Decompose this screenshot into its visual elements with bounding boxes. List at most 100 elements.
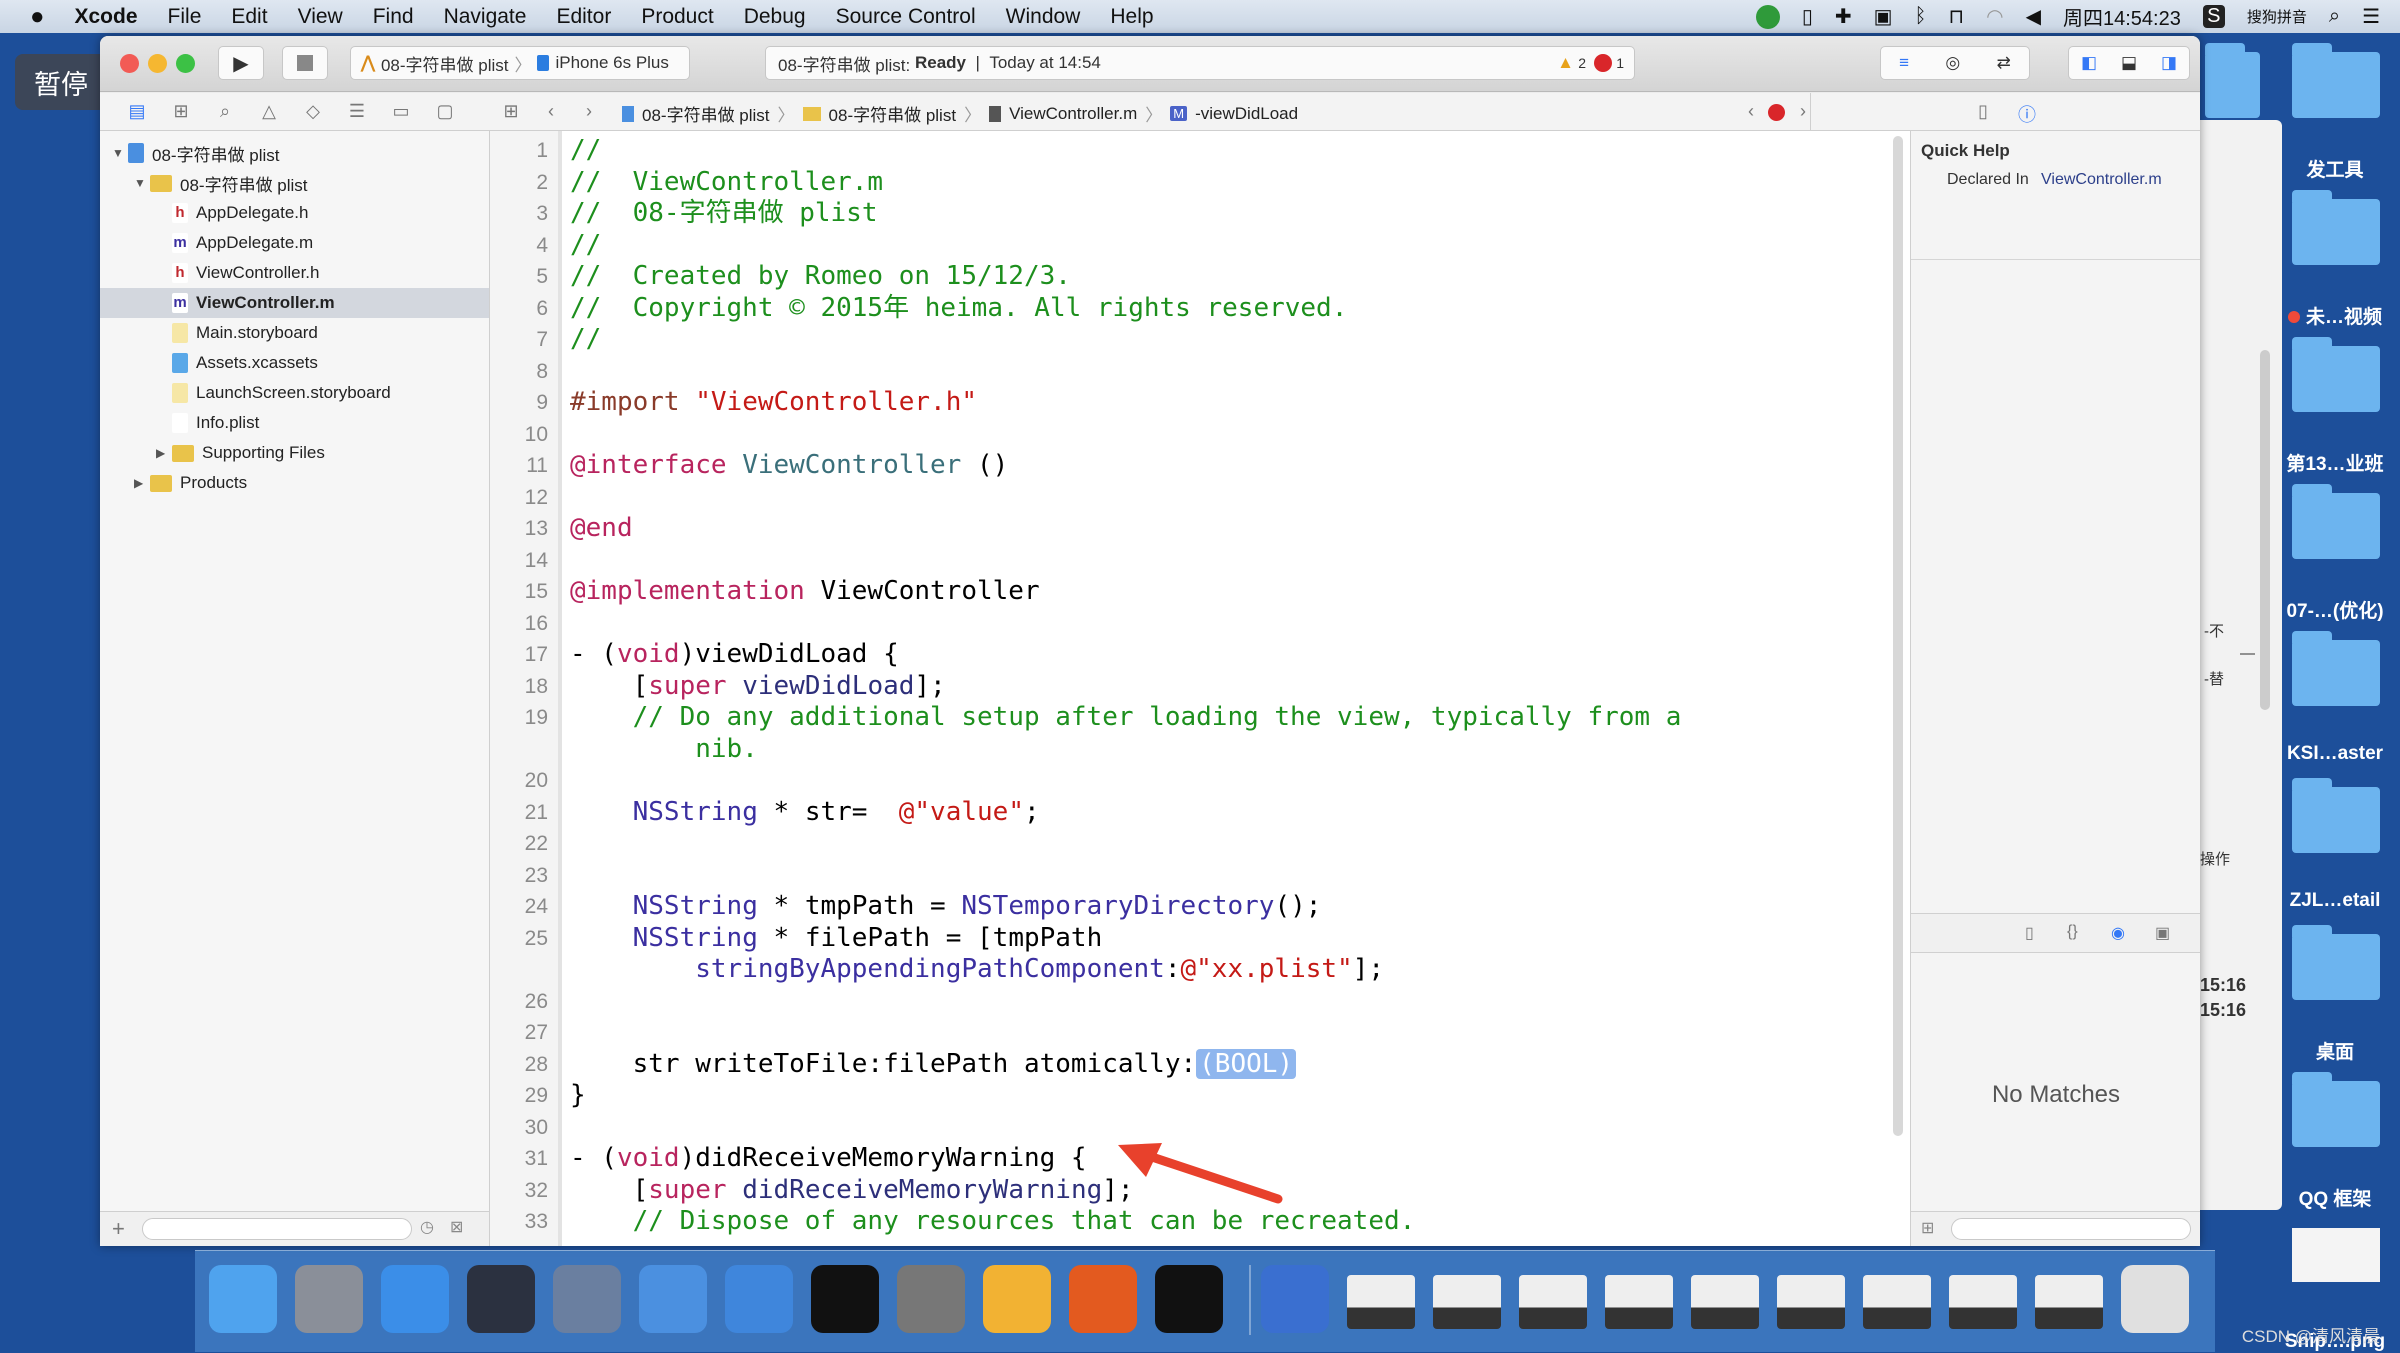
power-icon[interactable]: ▯ (1802, 4, 1813, 29)
toggle-debug-area-icon[interactable]: ⬓ (2121, 53, 2137, 73)
code-snippet-library-icon[interactable]: {} (2067, 923, 2078, 941)
run-button[interactable]: ▶ (218, 46, 264, 80)
object-library-icon[interactable]: ◉ (2111, 923, 2125, 943)
file-inspector-icon[interactable]: ▯ (1970, 101, 1996, 122)
menu-find[interactable]: Find (358, 5, 429, 29)
folder-icon[interactable] (2292, 190, 2380, 265)
menu-editor[interactable]: Editor (541, 5, 626, 29)
code-line[interactable]: 29} (490, 1080, 1890, 1112)
code-line[interactable]: 25 NSString * filePath = [tmpPath (490, 923, 1890, 955)
dock-window-7-icon[interactable] (1863, 1275, 1931, 1329)
dock-simulator-icon[interactable] (725, 1265, 793, 1333)
disclosure-triangle-icon[interactable]: ▶ (134, 476, 150, 490)
code-line[interactable]: 15 @implementation ViewController (490, 576, 1890, 608)
dock-window-1-icon[interactable] (1347, 1275, 1415, 1329)
code-line[interactable]: 20 (490, 765, 1890, 797)
code-line[interactable]: 6 // Copyright © 2015年 heima. All rights … (490, 293, 1890, 325)
code-line[interactable]: 19 // Do any additional setup after load… (490, 702, 1890, 734)
back-icon[interactable]: ‹ (538, 101, 564, 122)
folder-icon[interactable] (2292, 43, 2380, 118)
warning-count[interactable]: 2 (1578, 55, 1586, 71)
desktop-item-label[interactable]: 桌面 (2270, 1037, 2400, 1064)
unsaved-filter-icon[interactable]: ⊠ (450, 1217, 463, 1237)
editor-scrollbar[interactable] (1893, 136, 1903, 1136)
folder-icon[interactable] (2292, 1072, 2380, 1147)
dock-window-9-icon[interactable] (2035, 1275, 2103, 1329)
navigator-item[interactable]: Info.plist (100, 408, 489, 438)
forward-icon[interactable]: › (576, 101, 602, 122)
folder-icon[interactable] (2292, 337, 2380, 412)
desktop-item-label[interactable]: 未…视频 (2270, 302, 2400, 329)
code-line[interactable]: 28 str writeToFile:filePath atomically:(… (490, 1048, 1890, 1081)
navigator-item[interactable]: ▶ Products (100, 468, 489, 498)
version-editor-icon[interactable]: ⇄ (1997, 53, 2011, 73)
disclosure-triangle-icon[interactable]: ▼ (112, 146, 128, 160)
zoom-window-button[interactable] (176, 54, 195, 73)
image-file-icon[interactable] (2292, 1228, 2380, 1282)
dock-window-5-icon[interactable] (1691, 1275, 1759, 1329)
breadcrumb-item[interactable]: 08-字符串做 plist (829, 101, 957, 126)
navigator-item[interactable]: ▼ 08-字符串做 plist (100, 168, 489, 198)
error-icon[interactable] (1594, 54, 1612, 72)
code-line[interactable]: 10 (490, 419, 1890, 451)
code-line[interactable]: 21 NSString * str= @"value"; (490, 797, 1890, 829)
error-issue-icon[interactable] (1768, 104, 1785, 121)
code-line[interactable]: 14 (490, 545, 1890, 577)
code-line[interactable]: 23 (490, 860, 1890, 892)
error-count[interactable]: 1 (1616, 55, 1624, 71)
source-editor[interactable]: 1 // 2 // ViewController.m 3 // 08-字符串做 plist… (490, 131, 1910, 1246)
code-line[interactable]: 7 // (490, 324, 1890, 356)
warning-icon[interactable]: ▲ (1557, 53, 1574, 73)
desktop-item-label[interactable]: ZJL…etail (2270, 890, 2400, 912)
code-line[interactable]: 12 (490, 482, 1890, 514)
pause-badge[interactable]: 暂停 (15, 54, 107, 110)
scheme-selector[interactable]: ⋀ 08-字符串做 plist 〉 iPhone 6s Plus (350, 46, 690, 80)
code-line[interactable]: 5 // Created by Romeo on 15/12/3. (490, 261, 1890, 293)
dock-xcode-icon[interactable] (639, 1265, 707, 1333)
previous-issue-icon[interactable]: ‹ (1738, 101, 1764, 122)
grid-view-icon[interactable]: ⊞ (1921, 1218, 1934, 1238)
input-method[interactable]: 搜狗拼音 (2247, 6, 2307, 27)
dock-console-icon[interactable] (1155, 1265, 1223, 1333)
disclosure-triangle-icon[interactable]: ▼ (134, 176, 150, 190)
dock-window-2-icon[interactable] (1433, 1275, 1501, 1329)
folder-icon[interactable] (2292, 631, 2380, 706)
menu-help[interactable]: Help (1095, 5, 1168, 29)
standard-editor-icon[interactable]: ≡ (1899, 53, 1909, 73)
toggle-navigator-icon[interactable]: ◧ (2081, 53, 2097, 73)
code-line[interactable]: 30 (490, 1112, 1890, 1144)
library-filter-input[interactable] (1951, 1218, 2191, 1240)
plus-status-icon[interactable]: ✚ (1835, 4, 1852, 29)
code-line[interactable]: 24 NSString * tmpPath = NSTemporaryDirec… (490, 891, 1890, 923)
quick-help-icon[interactable]: ⓘ (2014, 101, 2040, 127)
menu-edit[interactable]: Edit (216, 5, 282, 29)
close-window-button[interactable] (120, 54, 139, 73)
folder-icon[interactable] (2292, 484, 2380, 559)
code-line[interactable]: 16 (490, 608, 1890, 640)
apple-menu-icon[interactable]: ● (0, 3, 60, 31)
debug-navigator-icon[interactable]: ☰ (344, 101, 370, 122)
dock-system-preferences-icon[interactable] (897, 1265, 965, 1333)
breakpoint-navigator-icon[interactable]: ▭ (388, 101, 414, 122)
code-line[interactable]: 3 // 08-字符串做 plist (490, 198, 1890, 230)
add-icon[interactable]: + (112, 1216, 125, 1242)
breadcrumb-item[interactable]: 08-字符串做 plist (642, 101, 770, 126)
next-issue-icon[interactable]: › (1790, 101, 1816, 122)
navigator-item[interactable]: h ViewController.h (100, 258, 489, 288)
notification-center-icon[interactable]: ☰ (2362, 4, 2380, 29)
sogou-icon[interactable]: S (2202, 5, 2225, 28)
wifi-icon[interactable]: ◠ (1986, 4, 2003, 29)
dock-wps-icon[interactable] (1069, 1265, 1137, 1333)
code-line[interactable]: 2 // ViewController.m (490, 167, 1890, 199)
screen-record-icon[interactable]: ▣ (1874, 4, 1893, 29)
media-library-icon[interactable]: ▣ (2155, 923, 2170, 943)
filter-input[interactable] (142, 1218, 412, 1240)
navigator-item[interactable]: LaunchScreen.storyboard (100, 378, 489, 408)
clock[interactable]: 周四14:54:23 (2063, 2, 2181, 31)
desktop-item-label[interactable]: 07-…(优化) (2270, 596, 2400, 623)
dock-sketch-icon[interactable] (983, 1265, 1051, 1333)
symbol-navigator-icon[interactable]: ⊞ (168, 101, 194, 122)
dock-trash-icon[interactable] (2121, 1265, 2189, 1333)
navigator-item[interactable]: ▶ Supporting Files (100, 438, 489, 468)
dock-finder-icon[interactable] (209, 1265, 277, 1333)
